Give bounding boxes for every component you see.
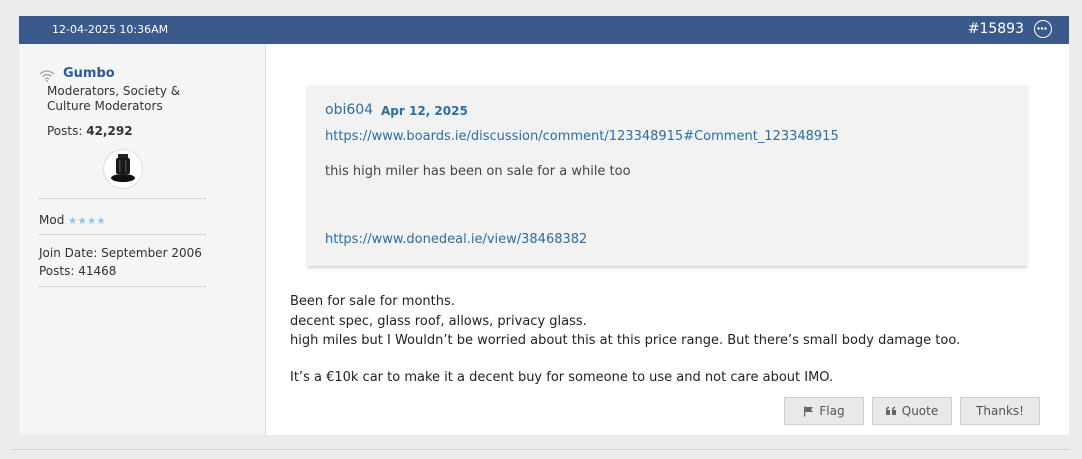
posts-count: 42,292 bbox=[86, 124, 133, 138]
user-title: Moderators, Society & Culture Moderators bbox=[47, 84, 181, 113]
post-date: 12-04-2025 10:36AM bbox=[52, 23, 169, 36]
divider bbox=[12, 449, 1070, 450]
thanks-label: Thanks! bbox=[976, 404, 1024, 418]
post-container: 12-04-2025 10:36AM #15893 Gumbo Moderato… bbox=[19, 16, 1069, 435]
username-link[interactable]: Gumbo bbox=[63, 66, 115, 81]
avatar[interactable] bbox=[103, 149, 143, 189]
rank-stars-icon: ★★★★ bbox=[68, 216, 106, 227]
divider bbox=[39, 198, 205, 199]
ellipsis-circle-icon[interactable] bbox=[1034, 20, 1052, 38]
body-line: high miles but I Wouldn’t be worried abo… bbox=[290, 333, 961, 348]
post-content: obi604 Apr 12, 2025 https://www.boards.i… bbox=[265, 44, 1069, 435]
user-rank: Mod ★★★★ bbox=[39, 213, 106, 227]
quote-label: Quote bbox=[901, 404, 939, 418]
join-date: Join Date: September 2006 bbox=[39, 246, 202, 260]
quote-donedeal-link[interactable]: https://www.donedeal.ie/view/38468382 bbox=[325, 232, 587, 247]
thanks-button[interactable]: Thanks! bbox=[960, 397, 1040, 425]
quote-block: obi604 Apr 12, 2025 https://www.boards.i… bbox=[307, 85, 1027, 266]
rank-label: Mod bbox=[39, 213, 65, 227]
post-number-link[interactable]: #15893 bbox=[968, 21, 1024, 37]
quote-date-link[interactable]: Apr 12, 2025 bbox=[381, 104, 468, 118]
flag-label: Flag bbox=[819, 404, 845, 418]
body-line: decent spec, glass roof, allows, privacy… bbox=[290, 313, 587, 329]
divider bbox=[39, 286, 205, 287]
quote-text: this high miler has been on sale for a w… bbox=[325, 164, 631, 179]
quote-icon bbox=[885, 406, 896, 415]
divider bbox=[39, 234, 205, 235]
quote-button[interactable]: Quote bbox=[872, 397, 952, 425]
user-join-info: Join Date: September 2006 Posts: 41468 bbox=[39, 244, 202, 280]
post-header: 12-04-2025 10:36AM #15893 bbox=[19, 16, 1069, 44]
flag-button[interactable]: Flag bbox=[784, 397, 864, 425]
post-body: Been for sale for months. decent spec, g… bbox=[290, 292, 1050, 387]
body-line: It’s a €10k car to make it a decent buy … bbox=[290, 369, 834, 385]
user-info-panel: Gumbo Moderators, Society & Culture Mode… bbox=[19, 44, 266, 435]
quote-comment-link[interactable]: https://www.boards.ie/discussion/comment… bbox=[325, 129, 839, 144]
body-line: Been for sale for months. bbox=[290, 294, 455, 309]
user-posts-line: Posts: 41468 bbox=[39, 264, 117, 278]
posts-label: Posts: bbox=[47, 124, 83, 138]
user-post-count: Posts: 42,292 bbox=[47, 124, 133, 138]
quote-author-link[interactable]: obi604 bbox=[325, 102, 373, 118]
flag-icon bbox=[804, 406, 814, 416]
